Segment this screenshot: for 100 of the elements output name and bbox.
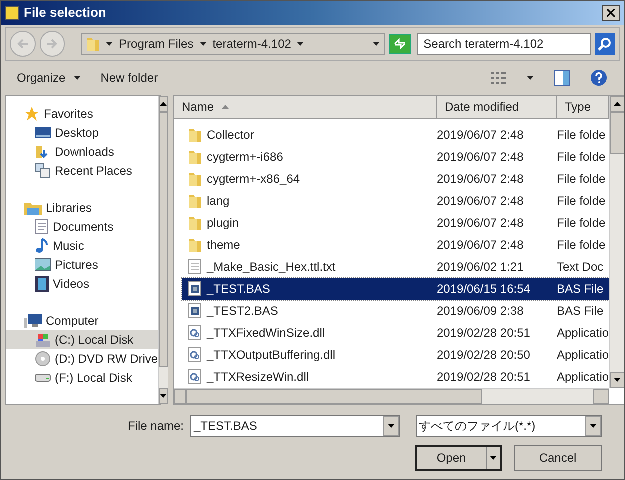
film-icon (35, 276, 49, 292)
column-header[interactable]: Date modified (437, 96, 557, 118)
sidebar-item[interactable]: Downloads (6, 142, 158, 161)
file-row[interactable]: _Make_Basic_Hex.ttl.txt 2019/06/02 1:21 Text Doc (182, 256, 610, 278)
folder-icon (188, 237, 202, 253)
open-button[interactable]: Open (415, 445, 502, 471)
script-file-icon (188, 303, 202, 319)
help-icon[interactable] (590, 69, 608, 87)
file-name-field[interactable]: _TEST.BAS (190, 415, 400, 437)
search-icon (598, 37, 612, 51)
file-row[interactable]: _TEST.BAS 2019/06/15 16:54 BAS File (182, 278, 610, 300)
back-button[interactable] (10, 31, 36, 57)
document-icon (35, 218, 49, 234)
type-cell-text: File folde (557, 127, 606, 144)
type-cell-text: File folde (557, 193, 606, 210)
sidebar-item[interactable]: Videos (6, 274, 158, 293)
date-cell-text: 2019/06/09 2:38 (437, 303, 525, 320)
new-folder-button[interactable]: New folder (100, 69, 158, 87)
refresh-button[interactable] (389, 34, 411, 54)
horizontal-scrollbar[interactable] (174, 388, 610, 404)
file-row[interactable]: plugin 2019/06/07 2:48 File folde (182, 212, 610, 234)
breadcrumb-item[interactable]: Program Files (119, 35, 194, 53)
folder-icon (188, 193, 202, 209)
view-caret-icon (527, 76, 534, 80)
sidebar-item[interactable]: (F:) Local Disk (6, 368, 158, 387)
scroll-thumb[interactable] (610, 112, 624, 154)
app-icon (5, 6, 19, 20)
preview-pane-icon[interactable] (554, 70, 570, 86)
type-cell-text: Applicatio (557, 325, 610, 342)
organize-button[interactable]: Organize (17, 69, 81, 87)
vertical-scrollbar[interactable] (609, 96, 624, 388)
breadcrumb-item[interactable]: teraterm-4.102 (212, 35, 292, 53)
file-name: _TTXResizeWin.dll (207, 369, 310, 386)
type-cell-text: File folde (557, 215, 606, 232)
sort-ascending-icon (222, 105, 230, 109)
date-cell-text: 2019/06/07 2:48 (437, 215, 525, 232)
sidebar-item[interactable]: (D:) DVD RW Drive (6, 349, 158, 368)
file-type-dropdown[interactable]: すべてのファイル(*.*) (416, 415, 602, 437)
type-cell-text: Applicatio (557, 369, 610, 386)
column-header[interactable]: Name (174, 96, 437, 118)
type-cell-text: File folde (557, 171, 606, 188)
forward-button[interactable] (40, 31, 66, 57)
folder-icon (188, 149, 202, 165)
sidebar-item[interactable]: (C:) Local Disk (6, 330, 158, 349)
file-name: plugin (207, 215, 240, 232)
folder-icon (188, 171, 202, 187)
caret-icon (74, 76, 81, 80)
type-cell-text: File folde (557, 237, 606, 254)
sidebar-item[interactable]: Documents (6, 217, 158, 236)
sidebar-item[interactable]: Pictures (6, 255, 158, 274)
type-cell-text: Text Doc (557, 259, 604, 276)
vertical-scrollbar[interactable] (158, 96, 168, 404)
gear-file-icon (188, 369, 202, 385)
file-name-label: File name: (128, 418, 184, 435)
cancel-button[interactable]: Cancel (514, 445, 602, 471)
file-name: lang (207, 193, 230, 210)
file-name: cygterm+-x86_64 (207, 171, 300, 188)
file-name: cygterm+-i686 (207, 149, 284, 166)
folder-icon (188, 127, 202, 143)
dropdown-caret-icon (490, 456, 497, 460)
sidebar-item[interactable]: Recent Places (6, 161, 158, 180)
address-bar[interactable]: Program Files teraterm-4.102 (81, 33, 386, 55)
disc-icon (35, 350, 51, 366)
search-field[interactable]: Search teraterm-4.102 (416, 33, 592, 55)
close-icon (607, 9, 615, 17)
sidebar-item[interactable]: Music (6, 236, 158, 255)
file-row[interactable]: Collector 2019/06/07 2:48 File folde (182, 124, 610, 146)
file-name: _TEST2.BAS (207, 303, 278, 320)
file-row[interactable]: theme 2019/06/07 2:48 File folde (182, 234, 610, 256)
scroll-thumb[interactable] (159, 112, 168, 367)
search-button[interactable] (595, 33, 615, 55)
file-row[interactable]: _TTXResizeWin.dll 2019/02/28 20:51 Applicatio (182, 366, 610, 388)
file-row[interactable]: _TTXFixedWinSize.dll 2019/02/28 20:51 Applicatio (182, 322, 610, 344)
date-cell-text: 2019/06/07 2:48 (437, 237, 525, 254)
scroll-up-arrow-icon (160, 102, 168, 106)
date-cell-text: 2019/02/28 20:51 (437, 369, 532, 386)
scroll-up-arrow-icon (614, 102, 622, 106)
close-button[interactable] (602, 5, 620, 21)
arrow-left-icon (16, 39, 29, 49)
file-row[interactable]: cygterm+-x86_64 2019/06/07 2:48 File folde (182, 168, 610, 190)
view-list-icon[interactable] (491, 72, 507, 84)
sidebar-group[interactable]: Libraries (46, 198, 92, 216)
file-row[interactable]: _TEST2.BAS 2019/06/09 2:38 BAS File (182, 300, 610, 322)
file-row[interactable]: cygterm+-i686 2019/06/07 2:48 File folde (182, 146, 610, 168)
music-note-icon (35, 238, 49, 254)
sidebar-item[interactable]: Desktop (6, 123, 158, 142)
script-file-icon (188, 281, 202, 297)
sidebar-group[interactable]: Computer (46, 312, 99, 330)
file-name: _TTXFixedWinSize.dll (207, 325, 326, 342)
folder-icon (188, 215, 202, 231)
disk-drive-icon (35, 332, 51, 348)
scroll-down-arrow-icon (614, 378, 622, 382)
file-row[interactable]: _TTXOutputBuffering.dll 2019/02/28 20:50 Applicatio (182, 344, 610, 366)
date-cell-text: 2019/06/02 1:21 (437, 259, 525, 276)
gear-file-icon (188, 325, 202, 341)
type-cell-text: BAS File (557, 281, 604, 298)
sidebar-group[interactable]: Favorites (44, 104, 94, 122)
file-name: _Make_Basic_Hex.ttl.txt (207, 259, 336, 276)
scroll-down-arrow-icon (160, 394, 168, 398)
file-row[interactable]: lang 2019/06/07 2:48 File folde (182, 190, 610, 212)
